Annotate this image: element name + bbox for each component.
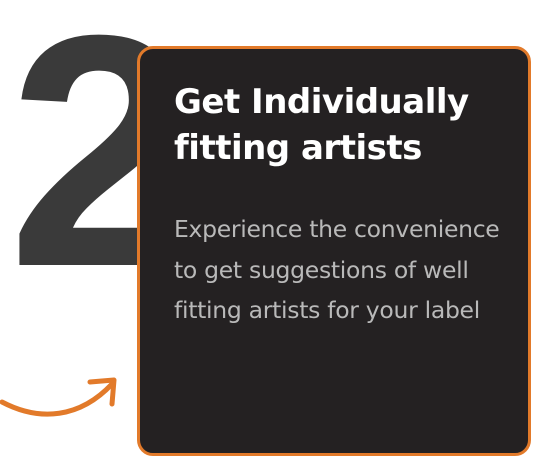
curved-arrow-icon bbox=[0, 377, 117, 417]
feature-card: Get Individually fitting artists Experie… bbox=[137, 46, 531, 456]
card-title: Get Individually fitting artists bbox=[174, 82, 469, 169]
card-description: Experience the convenience to get sugges… bbox=[174, 215, 500, 325]
